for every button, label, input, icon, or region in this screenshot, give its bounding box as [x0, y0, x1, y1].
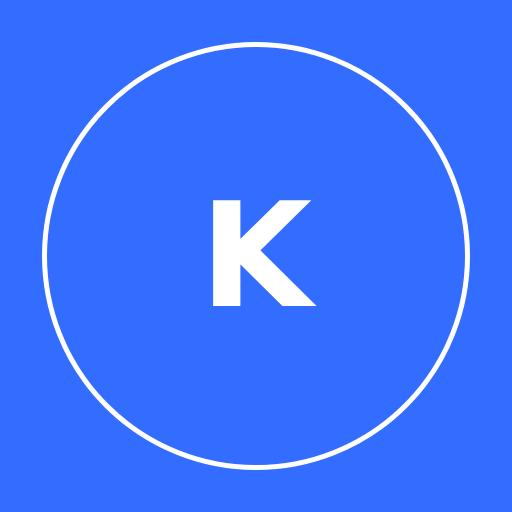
avatar-ring: K: [42, 42, 470, 470]
avatar-initial: K: [199, 171, 313, 341]
avatar-tile: K: [0, 0, 512, 512]
